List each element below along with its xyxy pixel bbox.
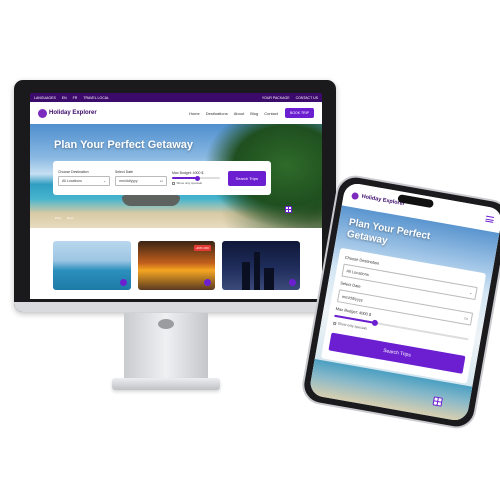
logo[interactable]: Holiday Explorer [38,108,97,118]
search-trips-button[interactable]: Search Trips [227,170,266,186]
grid-view-icon[interactable] [285,206,292,213]
trip-search-form: Choose Destination All Locations ⌄ Selec… [53,161,271,195]
stand-cable-hole [158,319,174,329]
card-sunset[interactable]: -20% OFF [137,241,216,290]
date-input[interactable]: mm/dd/yyyy ▭ [115,176,167,186]
card-action-icon[interactable] [289,279,297,286]
mobile-hero: Plan Your Perfect Getaway Choose Destina… [308,205,500,423]
card-action-icon[interactable] [119,279,127,286]
card-beach[interactable] [53,241,131,290]
budget-slider-handle[interactable] [195,175,201,181]
hero-title: Plan Your Perfect Getaway [54,139,193,151]
destination-label: Choose Destination [58,170,89,174]
logo-globe-icon [351,191,360,200]
topbar-link-en[interactable]: EN [62,96,67,100]
mobile-budget-handle[interactable] [371,319,379,327]
date-placeholder: mm/dd/yyyy [119,179,138,183]
discount-badge: -20% OFF [193,245,212,251]
mobile-date-placeholder: mm/dd/yyyy [341,293,364,303]
hamburger-menu-icon[interactable] [485,215,495,223]
logo-text: Holiday Explorer [49,110,97,116]
checkbox-box[interactable] [333,321,337,325]
grid-view-icon[interactable] [432,396,443,407]
card-action-icon[interactable] [204,279,212,286]
calendar-icon: ▭ [159,179,163,183]
destination-cards: -20% OFF [30,228,322,290]
carousel-prev[interactable]: Prev [55,216,61,220]
monitor-chin [14,302,336,312]
nav-contact[interactable]: Contact [264,111,278,116]
desktop-screen: LANGUAGES EN FR TRAVEL LOCAL YOUR PACKAG… [30,93,322,299]
nav-destinations[interactable]: Destinations [206,111,228,116]
budget-label: Max Budget: 4000 $ [172,171,204,175]
nav-home[interactable]: Home [189,111,200,116]
city-building [242,262,251,290]
specials-checkbox[interactable]: Show only specials [172,181,220,185]
book-trip-button[interactable]: BOOK TRIP [285,108,314,118]
main-nav: Holiday Explorer Home Destinations About… [30,102,322,124]
mobile-destination-value: All Locations [346,268,370,278]
city-building [254,252,261,290]
topbar-link-fr[interactable]: FR [73,96,78,100]
mobile-hero-title: Plan Your Perfect Getaway [346,217,431,255]
carousel-next[interactable]: Next [67,216,73,220]
mobile-search-form: Choose Destination All Locations ⌄ Selec… [320,247,487,384]
desktop-monitor: LANGUAGES EN FR TRAVEL LOCAL YOUR PACKAG… [14,80,336,312]
nav-blog[interactable]: Blog [250,111,258,116]
hero-banner: Plan Your Perfect Getaway Choose Destina… [30,124,322,228]
calendar-icon: ▭ [463,315,469,321]
date-label: Select Date [115,170,134,174]
mobile-specials-label: Show only specials [337,321,368,331]
topbar-link-contact[interactable]: CONTACT US [296,96,318,100]
top-bar: LANGUAGES EN FR TRAVEL LOCAL YOUR PACKAG… [30,93,322,102]
card-city[interactable] [222,241,301,290]
topbar-link-languages[interactable]: LANGUAGES [34,96,56,100]
monitor-stand-base [112,378,220,390]
destination-value: All Locations [62,179,82,183]
monitor-stand [124,313,208,379]
specials-checkbox-label: Show only specials [176,181,203,185]
chevron-down-icon: ⌄ [103,179,106,183]
hero-carousel-controls: Prev Next [55,216,73,220]
checkbox-box[interactable] [172,181,175,185]
logo-globe-icon [38,108,47,118]
destination-select[interactable]: All Locations ⌄ [58,176,110,186]
topbar-link-travel-local[interactable]: TRAVEL LOCAL [83,96,109,100]
city-building [264,268,275,290]
topbar-link-package[interactable]: YOUR PACKAGE [262,96,290,100]
budget-slider[interactable] [172,175,220,181]
chevron-down-icon: ⌄ [468,289,474,296]
nav-about[interactable]: About [234,111,244,116]
